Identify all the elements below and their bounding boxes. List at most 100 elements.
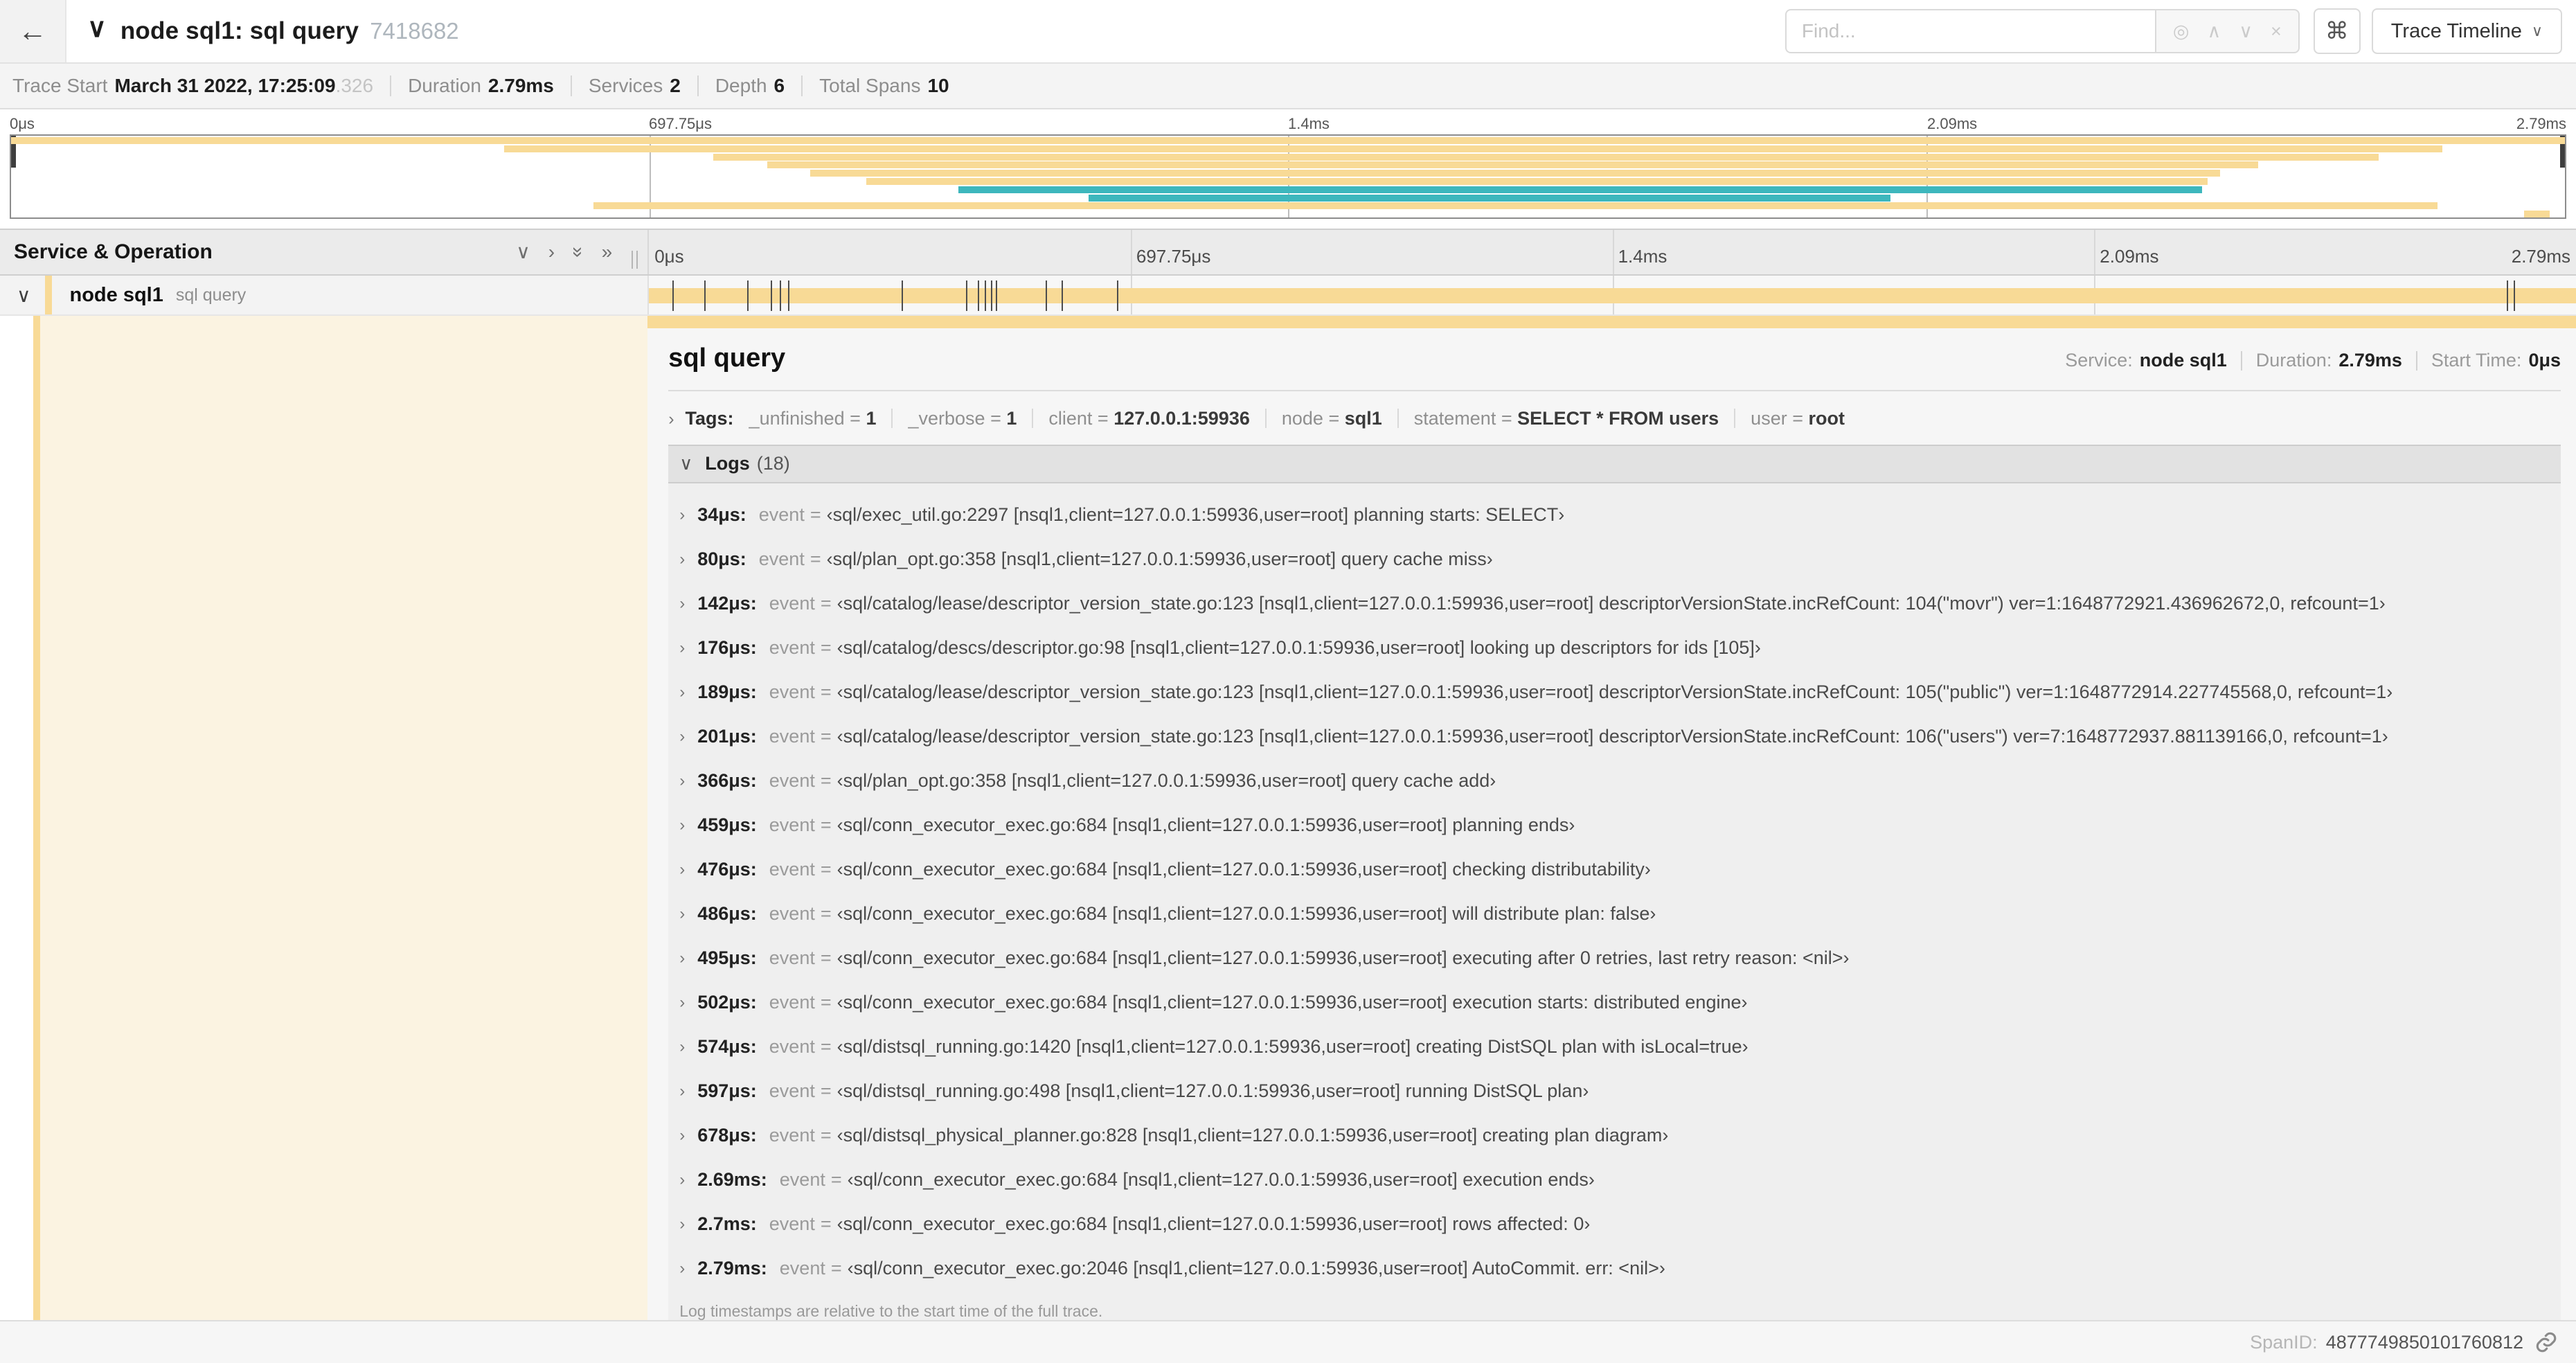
find-input[interactable]	[1785, 9, 2155, 53]
log-entry-row[interactable]: › 486μs: event = ‹sql/conn_executor_exec.go:…	[668, 892, 2561, 936]
keyboard-shortcuts-button[interactable]: ⌘	[2313, 8, 2361, 54]
minimap-span-bar	[503, 145, 2442, 152]
log-expand-chevron-icon[interactable]: ›	[679, 905, 685, 924]
tag-value: root	[1808, 407, 1845, 429]
focus-match-icon[interactable]: ◎	[2173, 21, 2190, 41]
log-entry-row[interactable]: › 366μs: event = ‹sql/plan_opt.go:358 [nsql1…	[668, 759, 2561, 803]
log-entry-row[interactable]: › 80μs: event = ‹sql/plan_opt.go:358 [nsql1,…	[668, 537, 2561, 582]
previous-result-icon[interactable]: ∧	[2207, 21, 2221, 41]
log-entry-row[interactable]: › 678μs: event = ‹sql/distsql_physical_plann…	[668, 1114, 2561, 1158]
span-detail-header: sql query Service: node sql1 Duration: 2.79…	[668, 344, 2561, 373]
log-entry-row[interactable]: › 597μs: event = ‹sql/distsql_running.go:498…	[668, 1069, 2561, 1114]
clear-search-icon[interactable]: ×	[2271, 21, 2282, 41]
tag-divider	[1397, 409, 1399, 429]
log-equals: =	[820, 947, 832, 969]
log-entry-row[interactable]: › 2.69ms: event = ‹sql/conn_executor_exec.go…	[668, 1158, 2561, 1202]
tag-item: node = sql1	[1282, 408, 1382, 429]
meta-value: 2.79ms	[2338, 350, 2402, 371]
logs-collapse-chevron-icon[interactable]: ∨	[679, 453, 692, 474]
span-log-tick	[1061, 280, 1063, 311]
log-timestamp: 142μs:	[697, 593, 757, 614]
log-entry-row[interactable]: › 459μs: event = ‹sql/conn_executor_exec.go:…	[668, 803, 2561, 848]
tag-equals: =	[1323, 407, 1345, 429]
expand-one-icon[interactable]: ›	[548, 242, 555, 262]
log-entry-row[interactable]: › 2.79ms: event = ‹sql/conn_executor_exec.go…	[668, 1247, 2561, 1291]
log-expand-chevron-icon[interactable]: ›	[679, 1037, 685, 1057]
next-result-icon[interactable]: ∨	[2239, 21, 2253, 41]
summary-item: Total Spans 10	[819, 75, 949, 97]
tags-label[interactable]: Tags:	[686, 408, 734, 429]
log-equals: =	[820, 814, 832, 836]
detail-left-accent-bar	[33, 316, 40, 1320]
log-entry-row[interactable]: › 201μs: event = ‹sql/catalog/lease/descript…	[668, 715, 2561, 759]
log-field-value: ‹sql/plan_opt.go:358 [nsql1,client=127.0…	[826, 549, 1493, 570]
log-entry-row[interactable]: › 2.7ms: event = ‹sql/conn_executor_exec.go:…	[668, 1202, 2561, 1247]
log-field-key: event	[769, 947, 815, 969]
log-timestamp: 34μs:	[697, 504, 746, 526]
log-field-key: event	[769, 770, 815, 792]
expand-collapse-controls: ∨ › » »	[516, 242, 612, 262]
log-expand-chevron-icon[interactable]: ›	[679, 860, 685, 880]
log-equals: =	[820, 859, 832, 880]
collapse-all-icon[interactable]: »	[568, 247, 589, 258]
view-selector-button[interactable]: Trace Timeline ∨	[2371, 8, 2562, 54]
log-expand-chevron-icon[interactable]: ›	[679, 1170, 685, 1190]
ruler-time-label: 2.09ms	[2100, 246, 2159, 267]
log-expand-chevron-icon[interactable]: ›	[679, 1126, 685, 1146]
tags-expand-chevron-icon[interactable]: ›	[668, 409, 674, 429]
log-expand-chevron-icon[interactable]: ›	[679, 550, 685, 569]
span-bar-cell[interactable]	[647, 276, 2576, 314]
log-entry-row[interactable]: › 176μs: event = ‹sql/catalog/descs/descript…	[668, 626, 2561, 670]
log-expand-chevron-icon[interactable]: ›	[679, 1215, 685, 1234]
log-expand-chevron-icon[interactable]: ›	[679, 1259, 685, 1279]
chevron-down-icon: ∨	[2531, 22, 2543, 39]
summary-value: 10	[927, 75, 949, 96]
log-expand-chevron-icon[interactable]: ›	[679, 993, 685, 1013]
collapse-trace-chevron-icon[interactable]: ∨	[87, 15, 107, 42]
tags-row[interactable]: › Tags: _unfinished = 1 _verbose = 1 clien…	[668, 408, 2561, 429]
timeline-ruler: 0μs 697.75μs 1.4ms 2.09ms 2.79ms	[647, 230, 2576, 274]
log-entry-row[interactable]: › 34μs: event = ‹sql/exec_util.go:2297 [nsql…	[668, 493, 2561, 537]
log-entry-row[interactable]: › 476μs: event = ‹sql/conn_executor_exec.go:…	[668, 848, 2561, 892]
log-field-key: event	[769, 903, 815, 925]
tag-item: _unfinished = 1	[749, 408, 877, 429]
logs-header[interactable]: ∨ Logs (18)	[668, 444, 2561, 483]
tag-value: SELECT * FROM users	[1517, 407, 1719, 429]
log-expand-chevron-icon[interactable]: ›	[679, 772, 685, 791]
log-entry-row[interactable]: › 142μs: event = ‹sql/catalog/lease/descript…	[668, 582, 2561, 626]
log-field-key: event	[769, 1036, 815, 1058]
log-timestamp: 366μs:	[697, 770, 757, 792]
span-detail-bar-strip[interactable]	[647, 316, 2576, 328]
log-expand-chevron-icon[interactable]: ›	[679, 683, 685, 702]
back-button[interactable]: ←	[0, 0, 66, 62]
span-duration-bar[interactable]	[649, 288, 2576, 303]
log-entry-row[interactable]: › 189μs: event = ‹sql/catalog/lease/descript…	[668, 670, 2561, 715]
expand-all-icon[interactable]: »	[602, 242, 613, 262]
detail-left-gutter	[0, 316, 33, 1320]
log-entry-row[interactable]: › 502μs: event = ‹sql/conn_executor_exec.go:…	[668, 981, 2561, 1025]
collapse-one-icon[interactable]: ∨	[516, 242, 530, 262]
command-icon: ⌘	[2325, 18, 2349, 44]
log-expand-chevron-icon[interactable]: ›	[679, 1082, 685, 1101]
log-expand-chevron-icon[interactable]: ›	[679, 949, 685, 968]
span-log-tick	[1117, 280, 1119, 311]
log-equals: =	[820, 1125, 832, 1146]
column-resizer-grip[interactable]	[632, 251, 638, 269]
log-entry-row[interactable]: › 495μs: event = ‹sql/conn_executor_exec.go:…	[668, 936, 2561, 981]
log-equals: =	[830, 1258, 842, 1279]
tag-item: statement = SELECT * FROM users	[1414, 408, 1719, 429]
log-expand-chevron-icon[interactable]: ›	[679, 816, 685, 835]
log-expand-chevron-icon[interactable]: ›	[679, 727, 685, 747]
span-row[interactable]: ∨ node sql1 sql query	[0, 276, 2576, 316]
log-timestamp: 486μs:	[697, 903, 757, 925]
log-entry-row[interactable]: › 574μs: event = ‹sql/distsql_running.go:142…	[668, 1025, 2561, 1069]
log-expand-chevron-icon[interactable]: ›	[679, 594, 685, 614]
logs-footer-note: Log timestamps are relative to the start…	[679, 1301, 1103, 1320]
deep-link-icon[interactable]	[2534, 1330, 2558, 1354]
log-expand-chevron-icon[interactable]: ›	[679, 506, 685, 525]
span-log-tick	[704, 280, 706, 311]
log-expand-chevron-icon[interactable]: ›	[679, 639, 685, 658]
span-row-name-cell[interactable]: ∨ node sql1 sql query	[0, 276, 648, 314]
span-collapse-chevron-icon[interactable]: ∨	[17, 284, 31, 307]
minimap-canvas[interactable]	[10, 134, 2566, 219]
